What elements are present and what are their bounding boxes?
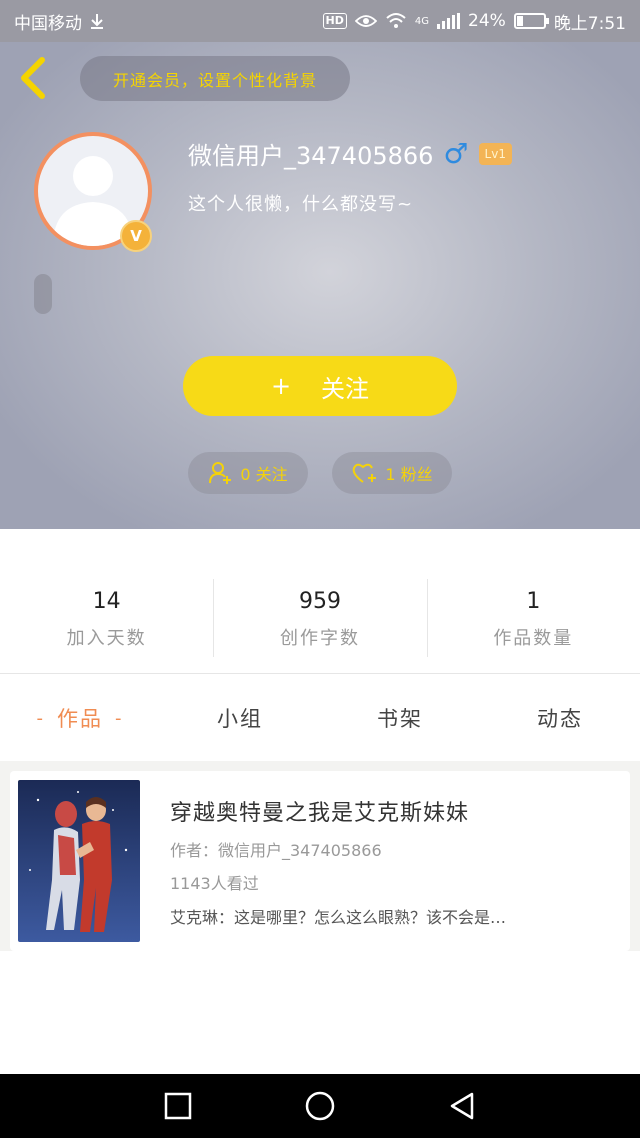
tab-bookshelf[interactable]: 书架 <box>320 675 480 761</box>
work-title: 穿越奥特曼之我是艾克斯妹妹 <box>170 801 470 826</box>
wifi-icon <box>386 13 406 28</box>
home-icon <box>305 1091 335 1121</box>
follow-label: 关注 <box>321 374 370 403</box>
download-icon <box>91 14 103 29</box>
book-cover <box>18 780 140 942</box>
work-excerpt: 艾克琳：这是哪里？怎么这么眼熟？该不会是… <box>170 908 507 927</box>
tab-label: 作品 <box>57 707 103 731</box>
tab-groups[interactable]: 小组 <box>160 675 320 761</box>
home-button[interactable] <box>304 1090 336 1122</box>
status-bar: 中国移动 HD 4G 24% 晚上7:51 <box>0 0 640 42</box>
male-icon: ♂ <box>443 136 469 170</box>
person-plus-icon <box>209 462 232 484</box>
back-triangle-icon <box>450 1092 474 1120</box>
heart-plus-icon <box>353 463 377 483</box>
chevron-left-icon <box>21 57 45 99</box>
user-name-row: 微信用户_347405866 ♂ Lv1 <box>188 136 512 171</box>
following-count: 0 关注 <box>240 465 288 484</box>
vip-background-button[interactable]: 开通会员，设置个性化背景 <box>80 56 350 101</box>
book-cover-illustration <box>18 780 140 942</box>
user-bio: 这个人很懒，什么都没写~ <box>188 194 414 215</box>
stat-works-count: 1 作品数量 <box>426 529 640 673</box>
stat-value: 959 <box>298 589 341 614</box>
verified-badge: V <box>120 220 152 252</box>
following-button[interactable]: 0 关注 <box>188 452 308 494</box>
profile-tabs: - 作品 - 小组 书架 动态 <box>0 675 640 761</box>
network-type: 4G <box>414 15 430 27</box>
stat-label: 创作字数 <box>279 628 360 649</box>
signal-icon <box>437 13 461 29</box>
stat-join-days: 14 加入天数 <box>0 529 213 673</box>
profile-header: 开通会员，设置个性化背景 V 微信用户_347405866 ♂ Lv1 这个人很… <box>0 42 640 529</box>
stat-word-count: 959 创作字数 <box>213 529 426 673</box>
hd-icon: HD <box>322 13 347 29</box>
plus-icon: + <box>270 372 292 400</box>
recent-apps-button[interactable] <box>162 1090 194 1122</box>
tab-works[interactable]: - 作品 - <box>0 675 160 761</box>
follow-button[interactable]: + 关注 <box>183 356 457 416</box>
tab-label: 动态 <box>537 707 583 731</box>
clock: 晚上7:51 <box>553 13 626 34</box>
tab-label: 书架 <box>377 707 423 731</box>
tab-activity[interactable]: 动态 <box>480 675 640 761</box>
system-nav-bar <box>0 1074 640 1138</box>
back-button[interactable] <box>14 56 54 100</box>
side-handle[interactable] <box>34 274 52 314</box>
eye-icon <box>354 15 377 27</box>
tab-label: 小组 <box>217 707 263 731</box>
stat-label: 作品数量 <box>493 628 574 649</box>
work-views: 1143人看过 <box>170 874 259 893</box>
stat-value: 14 <box>92 589 121 614</box>
username: 微信用户_347405866 <box>188 142 434 170</box>
fans-count: 1 粉丝 <box>385 465 433 484</box>
carrier-label: 中国移动 <box>14 13 82 34</box>
stats-row: 14 加入天数 959 创作字数 1 作品数量 <box>0 529 640 674</box>
fans-button[interactable]: 1 粉丝 <box>332 452 452 494</box>
level-badge: Lv1 <box>478 142 512 165</box>
battery-icon <box>513 13 549 29</box>
system-back-button[interactable] <box>446 1090 478 1122</box>
battery-percent: 24% <box>468 11 506 31</box>
stat-value: 1 <box>526 589 541 614</box>
work-author: 作者：微信用户_347405866 <box>170 841 382 860</box>
work-card[interactable]: 穿越奥特曼之我是艾克斯妹妹 作者：微信用户_347405866 1143人看过 … <box>10 771 630 951</box>
stat-label: 加入天数 <box>66 628 147 649</box>
recent-apps-icon <box>164 1092 192 1120</box>
